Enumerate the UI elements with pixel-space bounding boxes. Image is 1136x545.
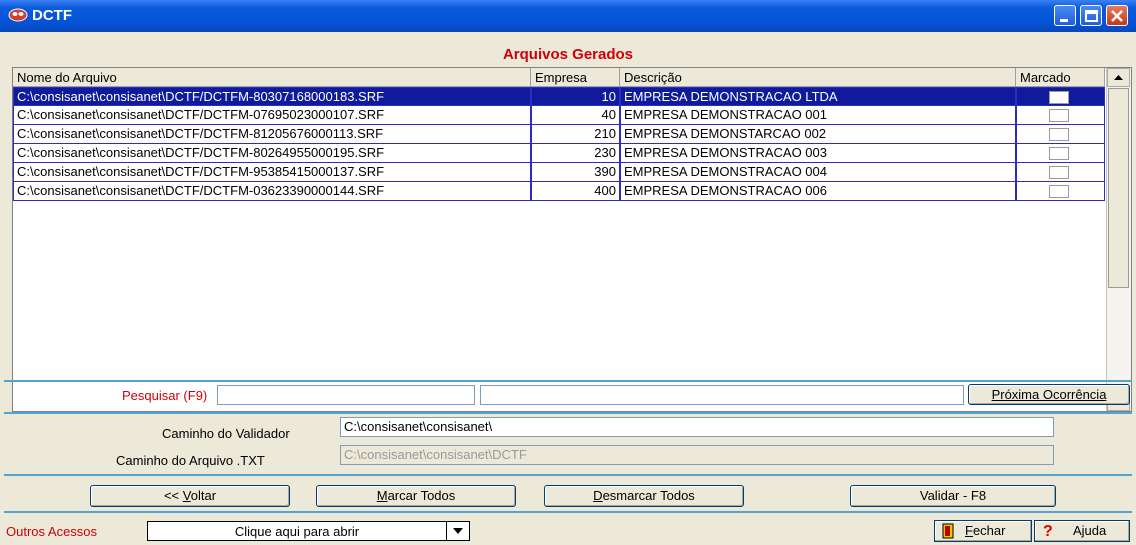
separator bbox=[4, 511, 1132, 513]
fechar-button[interactable]: Fechar bbox=[934, 520, 1032, 542]
scroll-up-icon bbox=[1114, 75, 1123, 80]
validar-button[interactable]: Validar - F8 bbox=[850, 485, 1056, 507]
search-input[interactable] bbox=[217, 385, 475, 405]
ajuda-label: Ajuda bbox=[1073, 523, 1107, 538]
outros-acessos-label: Outros Acessos bbox=[6, 524, 98, 539]
table-row[interactable]: C:\consisanet\consisanet\DCTF/DCTFM-0362… bbox=[13, 182, 1105, 201]
table-row[interactable]: C:\consisanet\consisanet\DCTF/DCTFM-0769… bbox=[13, 106, 1105, 125]
marcado-checkbox[interactable] bbox=[1049, 109, 1069, 122]
help-icon: ? bbox=[1043, 523, 1053, 540]
close-icon bbox=[1111, 10, 1123, 22]
cell-marcado bbox=[1016, 144, 1105, 163]
cell-marcado bbox=[1016, 163, 1105, 182]
cell-empresa[interactable]: 10 bbox=[531, 87, 620, 106]
marcado-checkbox[interactable] bbox=[1049, 128, 1069, 141]
marcado-checkbox[interactable] bbox=[1049, 185, 1069, 198]
column-header-marcado[interactable]: Marcado bbox=[1016, 68, 1105, 87]
cell-file[interactable]: C:\consisanet\consisanet\DCTF/DCTFM-9538… bbox=[13, 163, 531, 182]
combo-value: Clique aqui para abrir bbox=[234, 524, 360, 539]
arquivo-txt-label: Caminho do Arquivo .TXT bbox=[116, 453, 265, 468]
cell-file[interactable]: C:\consisanet\consisanet\DCTF/DCTFM-0769… bbox=[13, 106, 531, 125]
search-label: Pesquisar (F9) bbox=[122, 388, 208, 403]
title-bar: DCTF bbox=[0, 0, 1136, 32]
page-title: Arquivos Gerados bbox=[502, 46, 634, 63]
cell-descricao[interactable]: EMPRESA DEMONSTRACAO 003 bbox=[620, 144, 1016, 163]
vertical-scrollbar[interactable] bbox=[1106, 68, 1131, 411]
maximize-button[interactable] bbox=[1080, 5, 1102, 26]
cell-marcado bbox=[1016, 87, 1105, 106]
cell-descricao[interactable]: EMPRESA DEMONSTRACAO 006 bbox=[620, 182, 1016, 201]
window-title: DCTF bbox=[32, 7, 72, 24]
cell-descricao[interactable]: EMPRESA DEMONSTARCAO 002 bbox=[620, 125, 1016, 144]
ajuda-button[interactable]: ? Ajuda bbox=[1034, 520, 1130, 542]
cell-descricao[interactable]: EMPRESA DEMONSTRACAO 004 bbox=[620, 163, 1016, 182]
outros-acessos-combo[interactable]: Clique aqui para abrir bbox=[147, 521, 470, 541]
cell-marcado bbox=[1016, 106, 1105, 125]
marcar-todos-button[interactable]: Marcar Todos bbox=[316, 485, 516, 507]
files-table: Nome do Arquivo Empresa Descrição Marcad… bbox=[12, 67, 1132, 412]
cell-descricao[interactable]: EMPRESA DEMONSTRACAO 001 bbox=[620, 106, 1016, 125]
cell-file[interactable]: C:\consisanet\consisanet\DCTF/DCTFM-8120… bbox=[13, 125, 531, 144]
fechar-hotkey: F bbox=[965, 523, 973, 538]
marcar-hotkey: M bbox=[376, 488, 388, 503]
validador-label: Caminho do Validador bbox=[162, 426, 290, 441]
cell-marcado bbox=[1016, 125, 1105, 144]
search-input-secondary[interactable] bbox=[480, 385, 964, 405]
cell-file[interactable]: C:\consisanet\consisanet\DCTF/DCTFM-8030… bbox=[13, 87, 531, 106]
validador-path-field[interactable]: C:\consisanet\consisanet\ bbox=[340, 417, 1054, 437]
voltar-label: oltar bbox=[190, 488, 217, 503]
column-header-empresa[interactable]: Empresa bbox=[531, 68, 620, 87]
scroll-up-button[interactable] bbox=[1107, 68, 1130, 87]
fechar-text: echar bbox=[972, 523, 1006, 538]
maximize-icon bbox=[1085, 10, 1098, 22]
voltar-prefix: << bbox=[163, 488, 183, 503]
desmarcar-hotkey: D bbox=[593, 488, 603, 503]
voltar-hotkey: V bbox=[182, 488, 191, 503]
column-header-descricao[interactable]: Descrição bbox=[620, 68, 1016, 87]
marcado-checkbox[interactable] bbox=[1049, 147, 1069, 160]
cell-descricao[interactable]: EMPRESA DEMONSTRACAO LTDA bbox=[620, 87, 1016, 106]
table-row[interactable]: C:\consisanet\consisanet\DCTF/DCTFM-8030… bbox=[13, 87, 1105, 106]
cell-marcado bbox=[1016, 182, 1105, 201]
minimize-button[interactable] bbox=[1054, 5, 1076, 26]
table-row[interactable]: C:\consisanet\consisanet\DCTF/DCTFM-9538… bbox=[13, 163, 1105, 182]
cell-empresa[interactable]: 230 bbox=[531, 144, 620, 163]
fechar-label: Fechar bbox=[965, 521, 1005, 541]
cell-empresa[interactable]: 210 bbox=[531, 125, 620, 144]
table-row[interactable]: C:\consisanet\consisanet\DCTF/DCTFM-8120… bbox=[13, 125, 1105, 144]
marcar-label: arcar Todos bbox=[387, 488, 456, 503]
cell-file[interactable]: C:\consisanet\consisanet\DCTF/DCTFM-0362… bbox=[13, 182, 531, 201]
cell-file[interactable]: C:\consisanet\consisanet\DCTF/DCTFM-8026… bbox=[13, 144, 531, 163]
app-icon bbox=[8, 7, 28, 23]
column-header-file[interactable]: Nome do Arquivo bbox=[13, 68, 531, 87]
exit-door-icon bbox=[941, 523, 955, 545]
desmarcar-label: esmarcar Todos bbox=[602, 488, 695, 503]
cell-empresa[interactable]: 400 bbox=[531, 182, 620, 201]
close-button[interactable] bbox=[1106, 5, 1128, 26]
separator bbox=[4, 474, 1132, 476]
table-row[interactable]: C:\consisanet\consisanet\DCTF/DCTFM-8026… bbox=[13, 144, 1105, 163]
combo-dropdown-button[interactable] bbox=[446, 522, 469, 540]
next-occurrence-key: Próxima Ocorrência bbox=[991, 387, 1107, 402]
separator bbox=[4, 412, 1132, 414]
cell-empresa[interactable]: 40 bbox=[531, 106, 620, 125]
marcado-checkbox[interactable] bbox=[1049, 166, 1069, 179]
main-window: Arquivos Gerados Nome do Arquivo Empresa… bbox=[4, 32, 1132, 542]
minimize-icon bbox=[1060, 19, 1068, 22]
arquivo-txt-path-field: C:\consisanet\consisanet\DCTF bbox=[340, 445, 1054, 465]
separator bbox=[4, 380, 1132, 382]
desmarcar-todos-button[interactable]: Desmarcar Todos bbox=[544, 485, 744, 507]
voltar-button[interactable]: << Voltar bbox=[90, 485, 290, 507]
scrollbar-thumb[interactable] bbox=[1108, 88, 1129, 288]
dropdown-arrow-icon bbox=[453, 528, 463, 534]
next-occurrence-button[interactable]: Próxima Ocorrência bbox=[968, 384, 1130, 405]
cell-empresa[interactable]: 390 bbox=[531, 163, 620, 182]
marcado-checkbox[interactable] bbox=[1049, 91, 1069, 104]
